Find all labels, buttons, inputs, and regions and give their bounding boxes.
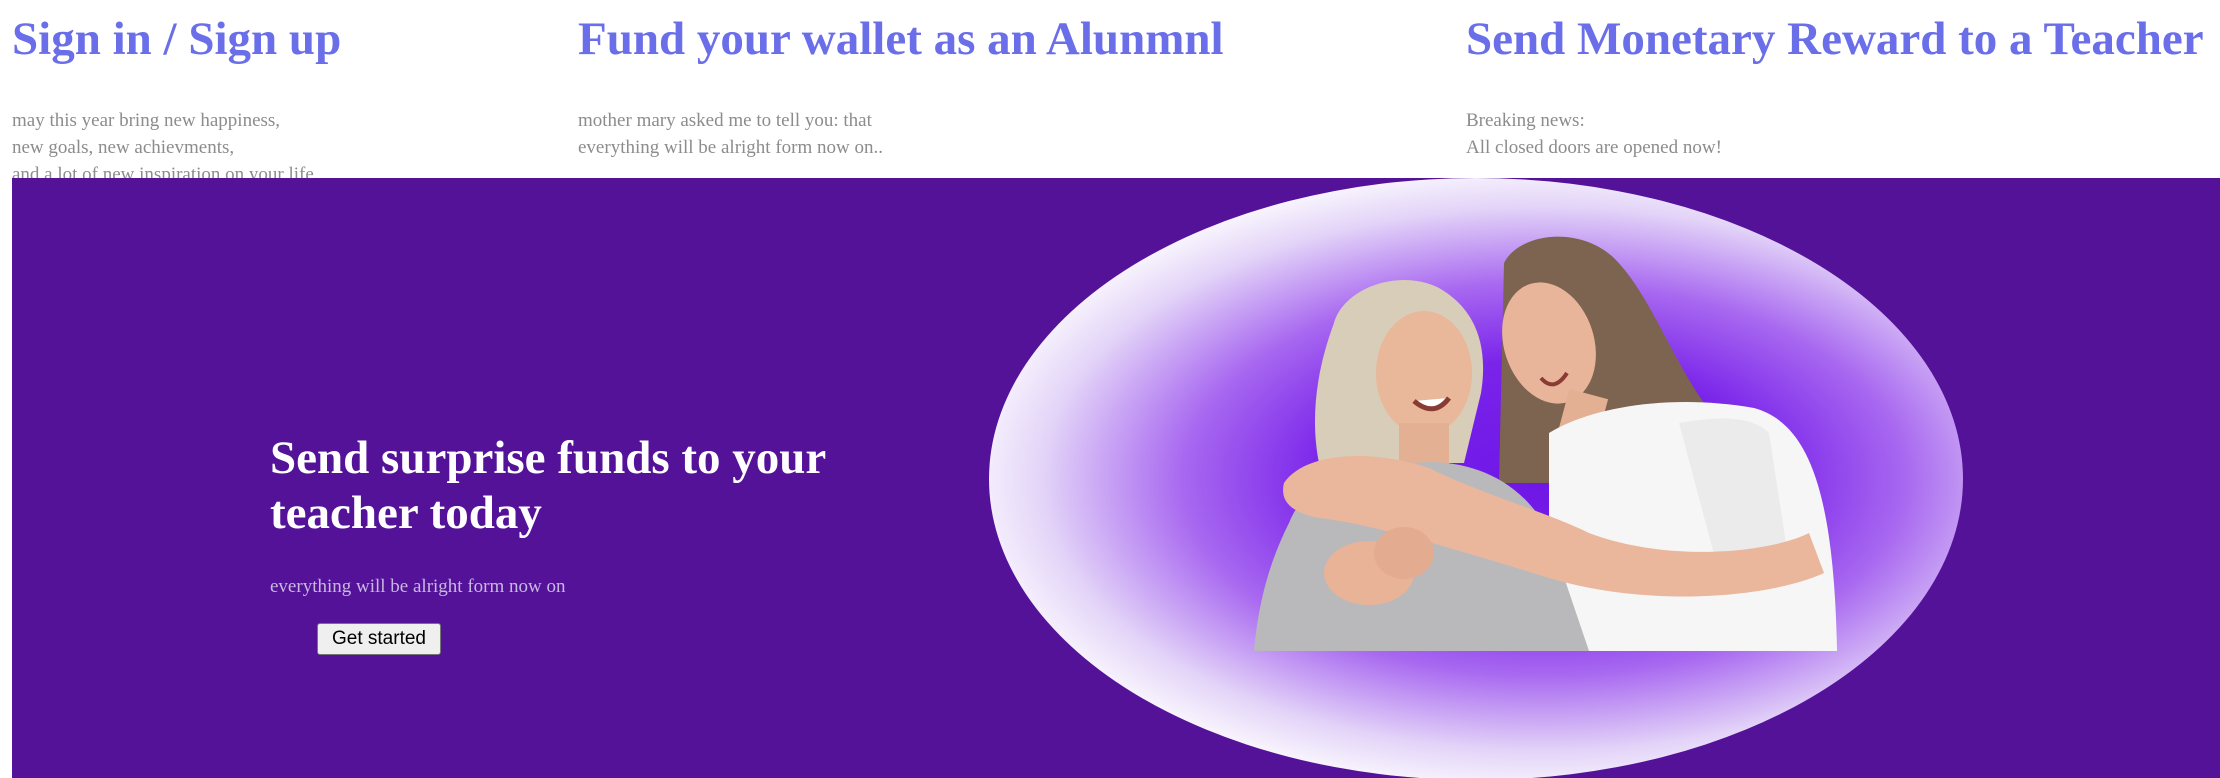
feature-column-fund-wallet: Fund your wallet as an Alunmnl mother ma… [578,0,1224,161]
hugging-women-photo-icon [1254,236,1837,651]
hero-banner: Send surprise funds to your teacher toda… [12,178,2220,778]
signin-line: may this year bring new happiness, [12,110,281,131]
get-started-button[interactable]: Get started [317,623,441,655]
fund-wallet-line: mother mary asked me to tell you: that [578,110,872,131]
feature-column-send-reward: Send Monetary Reward to a Teacher Breaki… [1466,0,2204,161]
fund-wallet-line: everything will be alright form now on.. [578,137,883,158]
hero-subtitle: everything will be alright form now on [270,576,566,597]
send-reward-description: Breaking news: All closed doors are open… [1466,107,2204,161]
signin-heading[interactable]: Sign in / Sign up [12,0,341,68]
send-reward-line: Breaking news: [1466,110,1585,131]
fund-wallet-heading[interactable]: Fund your wallet as an Alunmnl [578,0,1224,68]
send-reward-heading[interactable]: Send Monetary Reward to a Teacher [1466,0,2204,68]
hero-title: Send surprise funds to your teacher toda… [270,432,826,539]
send-reward-line: All closed doors are opened now! [1466,137,1722,158]
fund-wallet-description: mother mary asked me to tell you: that e… [578,107,1224,161]
signin-description: may this year bring new happiness, new g… [12,107,341,188]
signin-line: new goals, new achievments, [12,137,235,158]
feature-column-signin: Sign in / Sign up may this year bring ne… [12,0,341,188]
